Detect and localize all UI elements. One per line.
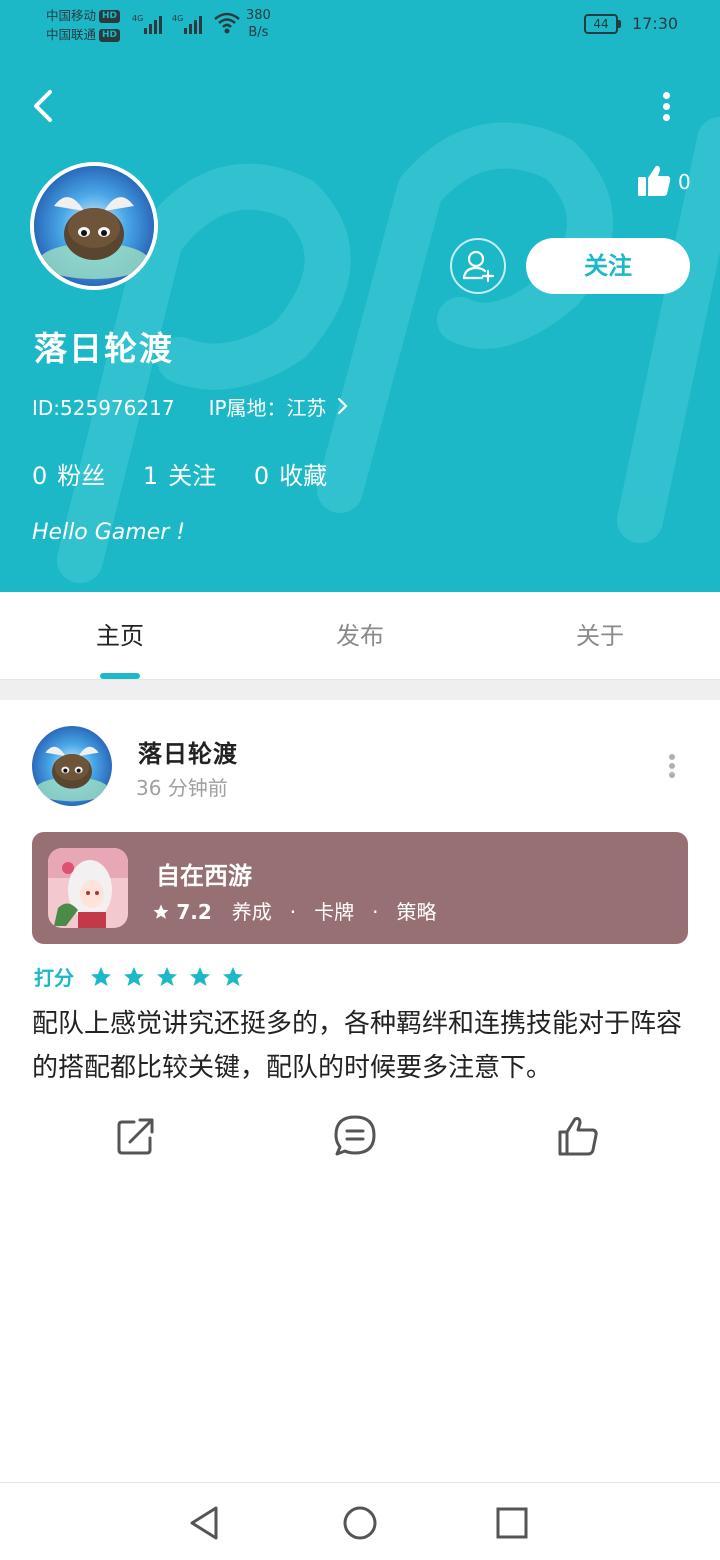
post-content: 配队上感觉讲究还挺多的，各种羁绊和连携技能对于阵容的搭配都比较关键，配队的时候要…	[32, 1009, 683, 1083]
add-friend-button[interactable]	[450, 238, 506, 294]
tab-home[interactable]: 主页	[0, 592, 240, 680]
star-rating	[89, 965, 249, 989]
game-tag: 养成	[231, 900, 272, 924]
network-type-label: 4G	[172, 14, 183, 23]
stat-value: 1	[142, 462, 159, 490]
network-type-label: 4G	[132, 14, 143, 23]
network-speed: 380 B/s	[246, 7, 271, 41]
tab-posts[interactable]: 发布	[240, 592, 480, 680]
star-icon	[91, 966, 112, 986]
stat-favorites[interactable]: 0 收藏	[254, 456, 327, 491]
avatar[interactable]	[30, 162, 158, 290]
score-label: 打分	[34, 966, 74, 990]
stat-value: 0	[32, 462, 48, 490]
watermark-decoration	[57, 117, 720, 583]
star-icon	[190, 966, 211, 986]
stat-following[interactable]: 1 关注	[143, 456, 216, 491]
tab-about[interactable]: 关于	[480, 592, 720, 680]
home-circle-icon[interactable]	[340, 1503, 380, 1543]
stat-value: 0	[253, 462, 270, 490]
avatar-image	[34, 166, 154, 286]
status-bar: 中国移动 HD 中国联通 HD 4G 4G 380 B/s 44 17:30	[0, 0, 720, 50]
back-arrow-icon[interactable]	[26, 84, 66, 128]
game-tag: 策略	[396, 900, 437, 924]
post-more-icon[interactable]	[660, 750, 684, 782]
user-bio: Hello Gamer !	[32, 520, 186, 545]
hd-badge: HD	[99, 10, 121, 23]
speed-unit: B/s	[248, 25, 269, 40]
signal-icon: 4G 4G	[132, 14, 202, 34]
wifi-icon	[214, 12, 240, 34]
follow-button[interactable]: 关注	[526, 238, 690, 294]
carrier-2: 中国联通	[46, 27, 97, 42]
add-user-icon	[462, 250, 495, 283]
star-icon	[223, 966, 244, 986]
stat-label: 粉丝	[57, 462, 106, 490]
id-location-row[interactable]: ID:525976217 IP属地：江苏	[32, 392, 349, 421]
star-icon	[124, 966, 145, 986]
post-author-name[interactable]: 落日轮渡	[138, 734, 238, 769]
back-triangle-icon[interactable]	[186, 1503, 226, 1543]
recents-square-icon[interactable]	[492, 1503, 532, 1543]
active-tab-indicator	[100, 673, 140, 679]
stat-fans[interactable]: 0 粉丝	[32, 456, 105, 491]
game-rating: 7.2	[176, 900, 212, 924]
game-icon	[48, 848, 128, 928]
game-card[interactable]: 自在西游 7.2 养成 · 卡牌 · 策略	[32, 832, 688, 944]
score-row: 打分	[34, 962, 249, 992]
avatar-image	[32, 726, 112, 806]
hd-badge: HD	[99, 29, 121, 42]
game-tag: 卡牌	[314, 900, 355, 924]
star-icon	[153, 904, 169, 919]
thumbs-up-icon	[638, 165, 671, 196]
chevron-right-icon	[337, 397, 348, 415]
stat-label: 收藏	[279, 462, 328, 490]
post-author-avatar[interactable]	[32, 726, 112, 806]
user-id: ID:525976217	[32, 396, 175, 420]
star-icon	[157, 966, 178, 986]
game-name: 自在西游	[156, 862, 252, 890]
comment-icon[interactable]	[333, 1114, 377, 1158]
more-options-icon[interactable]	[650, 84, 682, 128]
battery-icon: 44	[584, 14, 622, 34]
post-timestamp: 36 分钟前	[136, 776, 228, 800]
game-meta: 7.2 养成 · 卡牌 · 策略	[152, 896, 437, 925]
ip-location: IP属地：江苏	[208, 396, 327, 420]
username: 落日轮渡	[34, 329, 174, 368]
profile-header: 中国移动 HD 中国联通 HD 4G 4G 380 B/s 44 17:30 0…	[0, 0, 720, 592]
section-divider	[0, 680, 720, 700]
system-nav-bar	[0, 1482, 720, 1560]
like-icon[interactable]	[556, 1114, 600, 1158]
carrier-1: 中国移动	[46, 8, 97, 23]
stat-label: 关注	[168, 462, 217, 490]
share-icon[interactable]	[114, 1114, 158, 1158]
carrier-info: 中国移动 HD 中国联通 HD	[46, 6, 121, 44]
profile-tabs: 主页 发布 关于	[0, 592, 720, 680]
stats-row: 0 粉丝 1 关注 0 收藏	[32, 456, 357, 491]
battery-level: 44	[584, 14, 618, 34]
clock: 17:30	[632, 14, 679, 33]
like-count: 0	[678, 170, 691, 194]
speed-value: 380	[246, 8, 271, 23]
